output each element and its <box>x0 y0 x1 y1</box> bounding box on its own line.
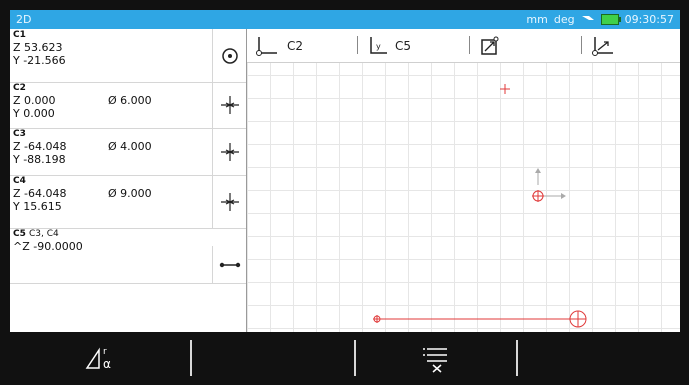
list-delete-icon <box>423 348 447 373</box>
feature-diameter: Ø 6.000 <box>108 94 152 107</box>
point-crosshair-icon[interactable] <box>212 82 247 128</box>
bottom-divider <box>516 340 518 376</box>
point-crosshair-icon[interactable] <box>212 175 247 228</box>
svg-text:α: α <box>103 357 111 371</box>
line-marker-c5 <box>373 310 587 328</box>
feature-name: C1 <box>13 30 26 40</box>
feature-z: Z 53.623 <box>13 41 63 54</box>
feature-diameter: Ø 4.000 <box>108 140 152 153</box>
feature-item[interactable]: C2 Z 0.000 Ø 6.000 Y 0.000 <box>10 82 246 129</box>
feature-item[interactable]: C4 Z -64.048 Ø 9.000 Y 15.615 <box>10 175 246 229</box>
clock: 09:30:57 <box>624 13 674 26</box>
feature-item[interactable]: C3 Z -64.048 Ø 4.000 Y -88.198 <box>10 128 246 176</box>
point-marker-c1 <box>500 84 510 94</box>
feature-name: C3 <box>13 129 26 139</box>
angle-radius-icon: rα <box>85 347 111 371</box>
feature-item[interactable]: C5 C3, C4 ^Z -90.0000 <box>10 228 246 284</box>
bottom-divider <box>354 340 356 376</box>
list-delete-button[interactable] <box>406 340 466 376</box>
bottom-toolbar: rα <box>0 332 689 385</box>
mode-title: 2D <box>16 13 32 26</box>
line-segment-icon[interactable] <box>212 246 247 283</box>
datum-axes-marker <box>532 168 566 202</box>
feature-name: C2 <box>13 83 26 93</box>
feature-z: Z -64.048 <box>13 140 67 153</box>
feature-list: C1 Z 53.623 Y -21.566 C2 Z 0.000 Ø 6.000… <box>10 29 247 332</box>
graph-canvas <box>373 84 587 328</box>
status-bar: 2D mm deg 09:30:57 <box>10 10 680 29</box>
feature-y: Y -88.198 <box>13 153 66 166</box>
bottom-divider <box>190 340 192 376</box>
svg-text:r: r <box>103 347 107 357</box>
feature-z: Z -64.048 <box>13 187 67 200</box>
screen: 2D mm deg 09:30:57 C1 Z 53.623 Y -21.566 <box>10 10 680 332</box>
feature-diameter: Ø 9.000 <box>108 187 152 200</box>
angle-radius-button[interactable]: rα <box>70 340 130 376</box>
angle-units-label[interactable]: deg <box>554 13 575 26</box>
graphic-view[interactable]: C2 y C5 <box>247 29 680 332</box>
battery-icon <box>600 14 621 25</box>
feature-z: Z 0.000 <box>13 94 56 107</box>
units-label[interactable]: mm <box>526 13 547 26</box>
power-plug-icon <box>581 13 595 26</box>
feature-name: C4 <box>13 176 26 186</box>
circle-center-icon[interactable] <box>212 29 247 82</box>
feature-name: C5 C3, C4 <box>13 229 59 239</box>
feature-item[interactable]: C1 Z 53.623 Y -21.566 <box>10 29 246 83</box>
feature-y: Y 0.000 <box>13 107 55 120</box>
feature-angle: ^Z -90.0000 <box>13 240 83 253</box>
point-crosshair-icon[interactable] <box>212 128 247 175</box>
feature-y: Y 15.615 <box>13 200 62 213</box>
feature-y: Y -21.566 <box>13 54 66 67</box>
device-frame: 2D mm deg 09:30:57 C1 Z 53.623 Y -21.566 <box>0 0 689 385</box>
